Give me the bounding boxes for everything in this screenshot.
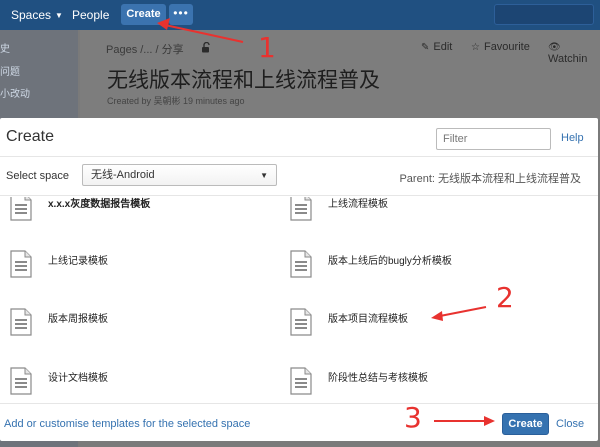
create-dialog: Create Help Select space 无线-Android ▼ Pa… — [0, 118, 598, 441]
pencil-icon: ✎ — [421, 42, 430, 53]
template-label: x.x.x灰度数据报告模板 — [48, 199, 151, 210]
document-icon — [290, 197, 312, 221]
create-submit-button[interactable]: Create — [502, 413, 549, 435]
breadcrumb: Pages /... / 分享 — [106, 44, 184, 56]
document-icon — [10, 250, 32, 278]
edit-label: Edit — [433, 41, 453, 53]
dialog-title: Create — [6, 128, 55, 145]
chevron-down-icon: ▼ — [55, 11, 63, 20]
space-select[interactable]: 无线-Android ▼ — [82, 164, 277, 186]
favourite-action: ☆ Favourite — [471, 41, 530, 53]
space-select-row: Select space 无线-Android ▼ Parent: 无线版本流程… — [0, 156, 598, 196]
template-label: 上线记录模板 — [48, 256, 108, 267]
document-icon — [290, 367, 312, 395]
watching-label: Watchin — [548, 53, 588, 65]
document-icon — [290, 308, 312, 336]
annotation-number-3: 3 — [404, 401, 422, 434]
sidebar-link: 小改动 — [0, 89, 30, 100]
space-select-value: 无线-Android — [91, 169, 155, 181]
page-title: 无线版本流程和上线流程普及 — [107, 69, 380, 92]
document-icon — [10, 308, 32, 336]
chevron-down-icon: ▼ — [260, 171, 268, 180]
eye-icon: 👁 — [548, 42, 561, 53]
template-label: 版本项目流程模板 — [328, 314, 408, 325]
annotation-number-1: 1 — [258, 31, 276, 64]
people-link[interactable]: People — [72, 0, 109, 30]
close-link[interactable]: Close — [556, 418, 584, 430]
select-space-label: Select space — [6, 170, 69, 182]
search-input[interactable] — [494, 4, 594, 25]
favourite-label: Favourite — [483, 41, 530, 53]
sidebar-link: 史 — [0, 44, 10, 55]
help-link[interactable]: Help — [561, 132, 584, 144]
template-label: 版本周报模板 — [48, 314, 108, 325]
watching-action: 👁Watchin — [548, 41, 600, 65]
top-navigation-bar: Spaces ▼ People Create ••• — [0, 0, 600, 30]
star-icon: ☆ — [471, 42, 480, 53]
parent-page-text: Parent: 无线版本流程和上线流程普及 — [399, 173, 581, 185]
sidebar-link: 问题 — [0, 67, 20, 78]
spaces-label: Spaces — [11, 8, 52, 22]
more-options-button[interactable]: ••• — [169, 4, 193, 25]
template-label: 上线流程模板 — [328, 199, 388, 210]
template-label: 设计文档模板 — [48, 373, 108, 384]
spaces-menu[interactable]: Spaces ▼ — [11, 0, 63, 30]
create-button[interactable]: Create — [121, 4, 166, 25]
template-label: 阶段性总结与考核模板 — [328, 373, 428, 384]
dialog-header: Create Help — [0, 118, 598, 156]
document-icon — [10, 367, 32, 395]
document-icon — [10, 197, 32, 221]
unlock-icon — [202, 42, 210, 53]
annotation-number-2: 2 — [496, 281, 514, 314]
edit-action: ✎ Edit — [421, 41, 452, 53]
dialog-footer: Add or customise templates for the selec… — [0, 403, 598, 441]
filter-input[interactable] — [436, 128, 551, 150]
template-label: 版本上线后的bugly分析模板 — [328, 256, 452, 267]
page-byline: Created by 吴朝彬 19 minutes ago — [107, 96, 245, 106]
template-scrollbar[interactable] — [588, 197, 596, 402]
document-icon — [290, 250, 312, 278]
customise-templates-link[interactable]: Add or customise templates for the selec… — [4, 418, 250, 430]
